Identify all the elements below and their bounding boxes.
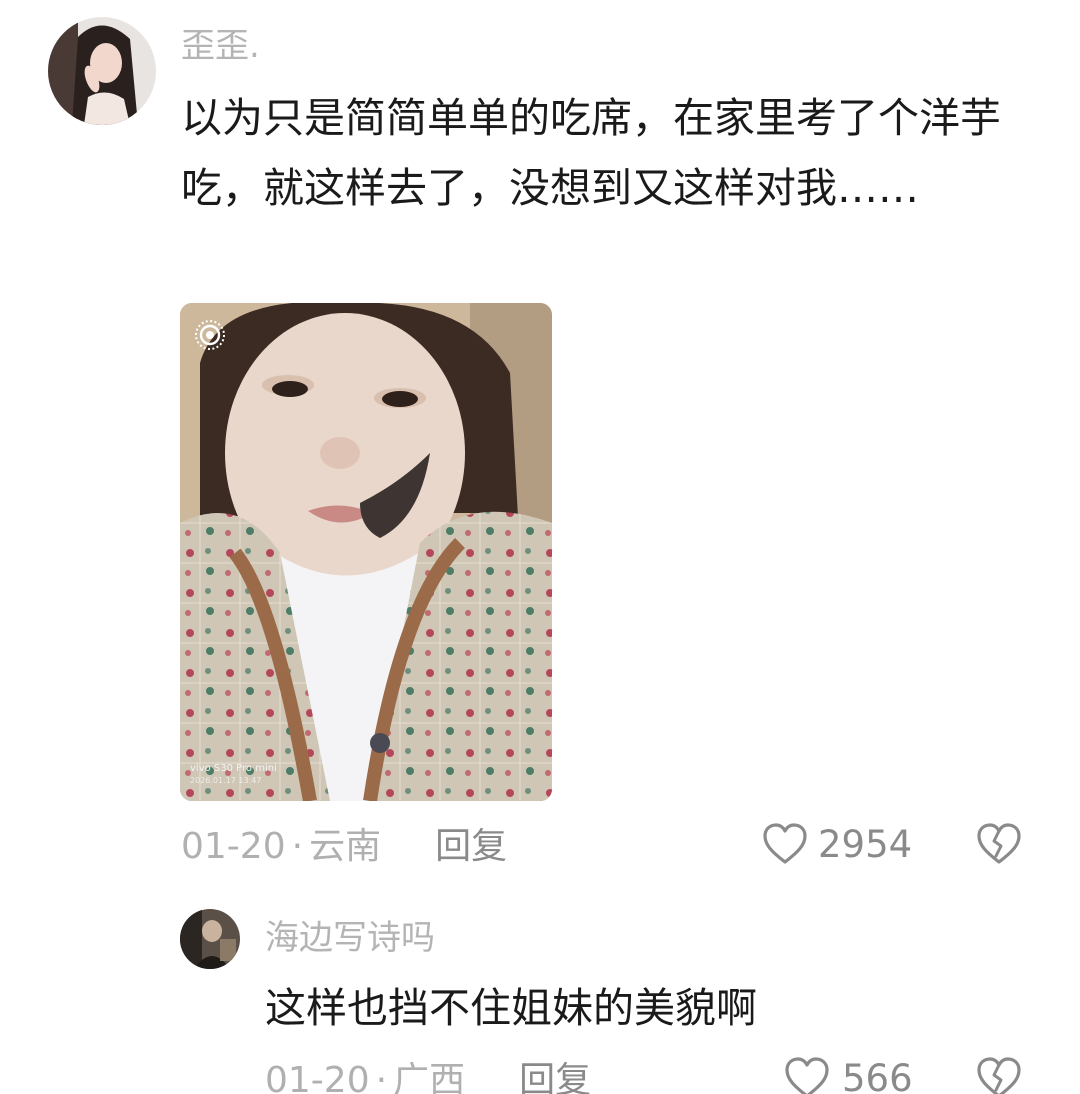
- avatar-image: [48, 17, 156, 125]
- meta-separator: ·: [375, 1060, 388, 1094]
- comment-location: 广西: [393, 1060, 466, 1094]
- dislike-button[interactable]: [976, 822, 1022, 866]
- comment-photo[interactable]: vivo S30 Pro mini 2026.01.17 13:47: [180, 303, 552, 801]
- comment-thread: 歪歪. 以为只是简简单单的吃席，在家里考了个洋芋吃，就这样去了，没想到又这样对我…: [0, 0, 1080, 1094]
- heart-outline-icon: [785, 1057, 829, 1094]
- photo-watermark: vivo S30 Pro mini 2026.01.17 13:47: [190, 763, 277, 787]
- username[interactable]: 歪歪.: [181, 29, 260, 63]
- reply-button[interactable]: 回复: [519, 1063, 591, 1094]
- comment-location: 云南: [309, 826, 382, 867]
- like-button[interactable]: 2954: [762, 822, 912, 866]
- like-count: 2954: [818, 822, 913, 866]
- like-count: 566: [842, 1056, 913, 1094]
- reply-button[interactable]: 回复: [435, 829, 507, 865]
- dislike-button[interactable]: [976, 1056, 1022, 1094]
- comment-meta: 01-20 · 云南 回复: [181, 829, 507, 865]
- broken-heart-icon: [977, 823, 1021, 864]
- selfie-image: [180, 303, 552, 801]
- comment-meta: 01-20 · 广西 回复: [265, 1063, 591, 1094]
- avatar[interactable]: [180, 909, 240, 969]
- avatar-image: [180, 909, 240, 969]
- like-button[interactable]: 566: [784, 1056, 913, 1094]
- heart-outline-icon: [763, 823, 807, 864]
- comment-text: 这样也挡不住姐妹的美貌啊: [265, 984, 757, 1032]
- watermark-model: vivo S30 Pro mini: [190, 763, 277, 774]
- avatar[interactable]: [48, 17, 156, 125]
- username[interactable]: 海边写诗吗: [265, 921, 435, 955]
- live-photo-icon: [195, 320, 225, 350]
- watermark-time: 2026.01.17 13:47: [190, 776, 262, 785]
- meta-separator: ·: [291, 826, 304, 867]
- comment-text: 以为只是简简单单的吃席，在家里考了个洋芋吃，就这样去了，没想到又这样对我……: [181, 94, 1001, 212]
- broken-heart-icon: [977, 1057, 1021, 1094]
- comment-date: 01-20: [265, 1060, 370, 1094]
- comment-date: 01-20: [181, 826, 286, 867]
